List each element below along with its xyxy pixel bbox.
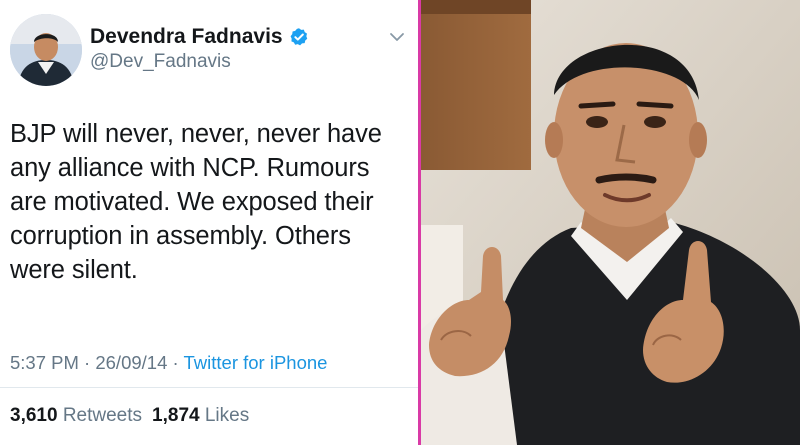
speaker-photo	[421, 0, 800, 445]
tweet-time[interactable]: 5:37 PM	[10, 352, 79, 373]
tweet-card: Devendra Fadnavis @Dev_Fadnavis BJP will…	[0, 0, 418, 445]
retweets-label: Retweets	[62, 405, 143, 426]
chevron-down-icon[interactable]	[388, 28, 406, 46]
speaker-photo-image	[421, 0, 800, 445]
meta-separator: ·	[172, 352, 179, 373]
handle[interactable]: @Dev_Fadnavis	[90, 51, 231, 73]
likes-label: Likes	[204, 405, 250, 426]
retweets-count: 3,610	[10, 405, 58, 426]
likes-stat[interactable]: 1,874 Likes	[152, 405, 249, 426]
display-name[interactable]: Devendra Fadnavis	[90, 25, 283, 49]
tweet-date[interactable]: 26/09/14	[95, 352, 167, 373]
tweet-meta: 5:37 PM · 26/09/14 · Twitter for iPhone	[10, 352, 327, 374]
stats-divider	[0, 387, 418, 388]
avatar[interactable]	[10, 14, 82, 86]
verified-badge-icon	[290, 28, 307, 46]
retweets-stat[interactable]: 3,610 Retweets	[10, 405, 142, 426]
meta-separator: ·	[84, 352, 91, 373]
likes-count: 1,874	[152, 405, 200, 426]
tweet-source-link[interactable]: Twitter for iPhone	[184, 352, 328, 373]
tweet-text: BJP will never, never, never have any al…	[10, 120, 382, 284]
display-name-row[interactable]: Devendra Fadnavis	[90, 25, 309, 49]
tweet-stats: 3,610 Retweets 1,874 Likes	[10, 405, 249, 427]
avatar-image	[10, 14, 82, 86]
